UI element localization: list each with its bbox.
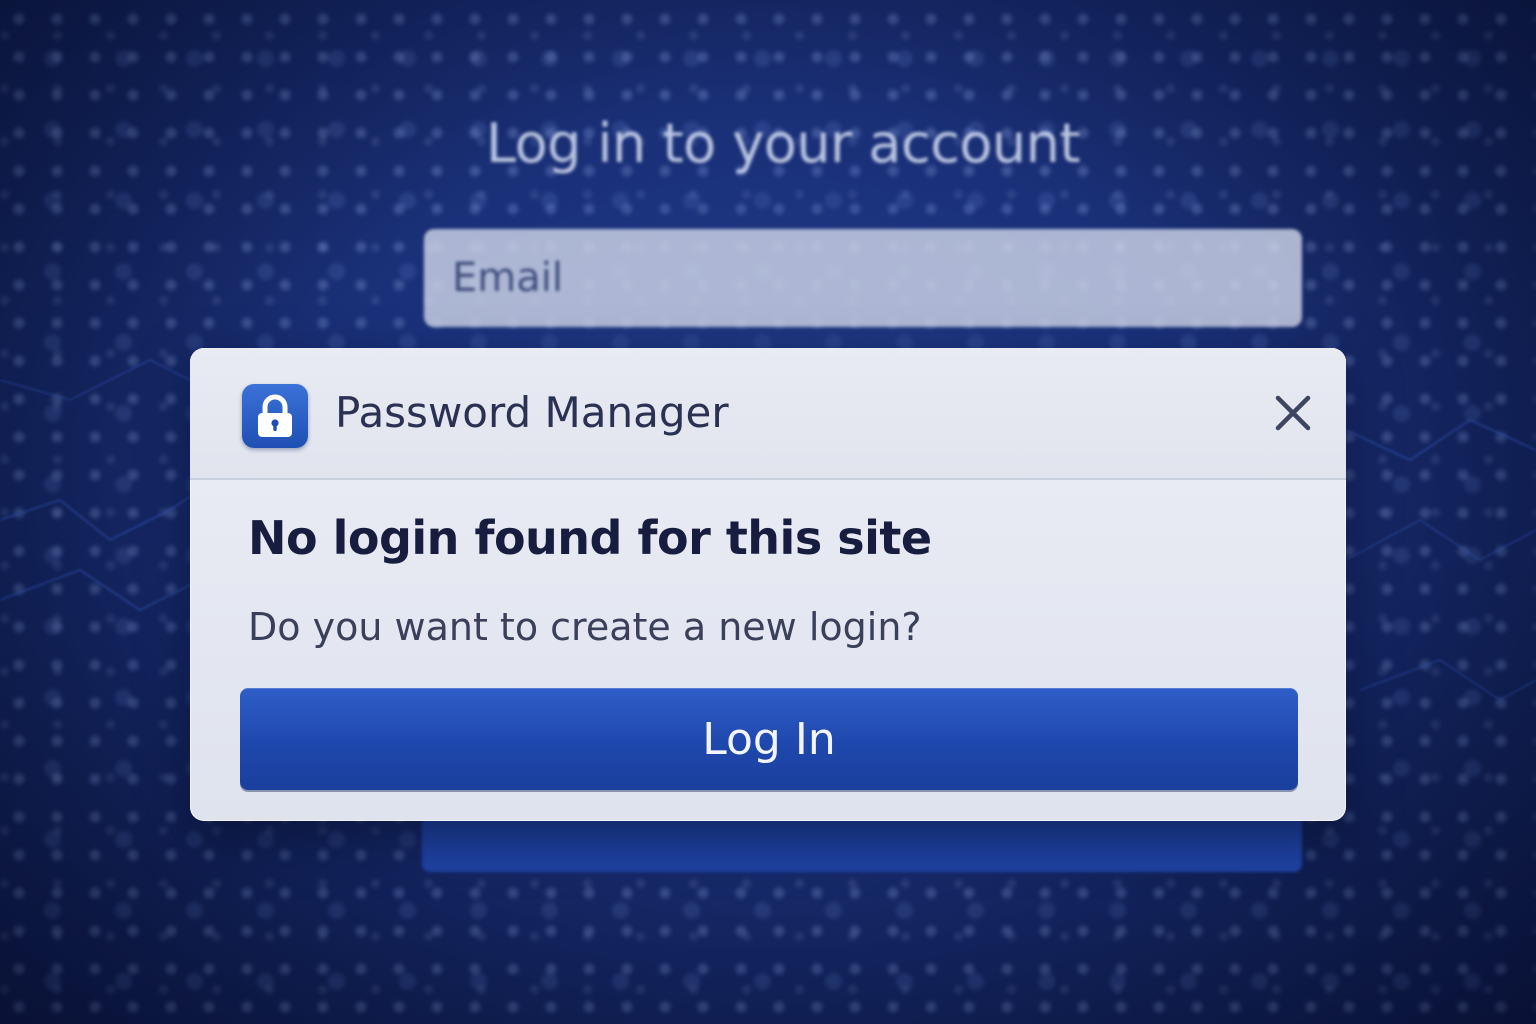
app-name: Password Manager (335, 388, 729, 437)
close-button[interactable] (1268, 388, 1318, 438)
login-page-title: Log in to your account (485, 112, 1081, 175)
popup-message: Do you want to create a new login? (248, 605, 922, 649)
close-icon (1275, 395, 1311, 431)
email-field[interactable] (424, 229, 1302, 327)
popup-header: Password Manager (190, 348, 1346, 480)
lock-icon (242, 384, 308, 448)
password-manager-popup: Password Manager No login found for this… (190, 348, 1346, 821)
popup-title: No login found for this site (248, 511, 932, 565)
log-in-button[interactable]: Log In (240, 688, 1298, 790)
